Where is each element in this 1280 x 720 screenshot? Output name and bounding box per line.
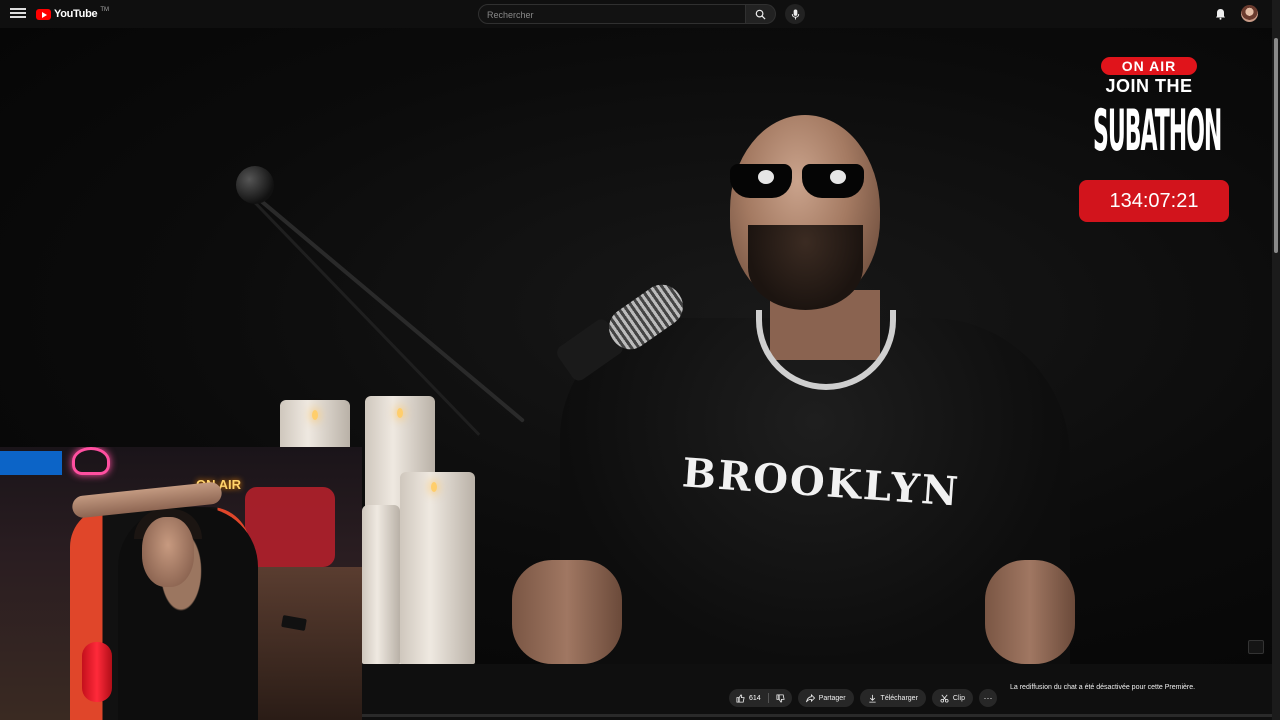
search-button[interactable]	[746, 4, 776, 24]
video-actions: 614 Partager Télécharger Clip ⋯	[729, 689, 997, 707]
video-progress-bar[interactable]	[362, 714, 1272, 717]
boom-arm-joint	[236, 166, 274, 204]
logo-suffix: TM	[100, 7, 109, 13]
share-button[interactable]: Partager	[797, 689, 854, 707]
download-icon	[868, 694, 876, 703]
clip-button[interactable]: Clip	[931, 689, 973, 707]
notifications-button[interactable]	[1213, 7, 1227, 21]
search-input[interactable]	[479, 6, 745, 24]
share-icon	[805, 693, 815, 702]
search-box	[478, 4, 746, 24]
scissors-icon	[940, 694, 949, 703]
top-bar: YouTube TM	[0, 0, 1280, 28]
candle	[400, 472, 475, 664]
youtube-play-icon	[36, 8, 51, 20]
download-button[interactable]: Télécharger	[859, 689, 926, 707]
chat-disabled-message: La rediffusion du chat a été désactivée …	[1010, 684, 1196, 691]
menu-icon[interactable]	[10, 6, 26, 22]
like-count: 614	[749, 694, 761, 702]
sunglasses	[722, 162, 872, 202]
search-icon	[755, 9, 766, 20]
more-actions-button[interactable]: ⋯	[978, 689, 997, 707]
candle-flame	[431, 482, 437, 492]
candle-flame	[312, 410, 318, 420]
streamer-face	[142, 517, 194, 587]
voice-search-button[interactable]	[785, 4, 805, 24]
thumbs-up-icon	[736, 693, 745, 703]
clip-label: Clip	[952, 694, 965, 702]
streamer-microphone	[82, 642, 112, 702]
download-label: Télécharger	[880, 694, 918, 702]
thumbs-down-icon	[776, 693, 785, 703]
candle-flame	[397, 408, 403, 418]
subathon-overlay: ON AIR JOIN THE SUBATHON	[1093, 57, 1222, 165]
speaker-beard	[748, 225, 863, 310]
desk	[250, 567, 362, 720]
bell-icon	[1215, 9, 1225, 20]
scrollbar-thumb[interactable]	[1274, 38, 1278, 253]
candle	[362, 505, 400, 664]
speaker-arm-left	[512, 560, 622, 664]
subathon-timer: 134:07:21	[1079, 180, 1229, 222]
youtube-logo[interactable]: YouTube TM	[36, 7, 109, 21]
background-chair	[245, 487, 335, 567]
neon-heart-sign	[72, 447, 110, 475]
like-dislike-group: 614	[729, 689, 792, 707]
webcam-monitor	[0, 451, 62, 475]
video-settings-icon[interactable]	[1248, 640, 1264, 654]
dislike-button[interactable]	[769, 689, 792, 707]
logo-text: YouTube	[54, 8, 98, 20]
speaker-arm-right	[985, 560, 1075, 664]
webcam-overlay: ON AIR	[0, 447, 362, 720]
microphone-icon	[791, 8, 799, 20]
account-avatar[interactable]	[1241, 5, 1258, 22]
share-label: Partager	[818, 694, 846, 702]
like-button[interactable]: 614	[729, 689, 768, 707]
